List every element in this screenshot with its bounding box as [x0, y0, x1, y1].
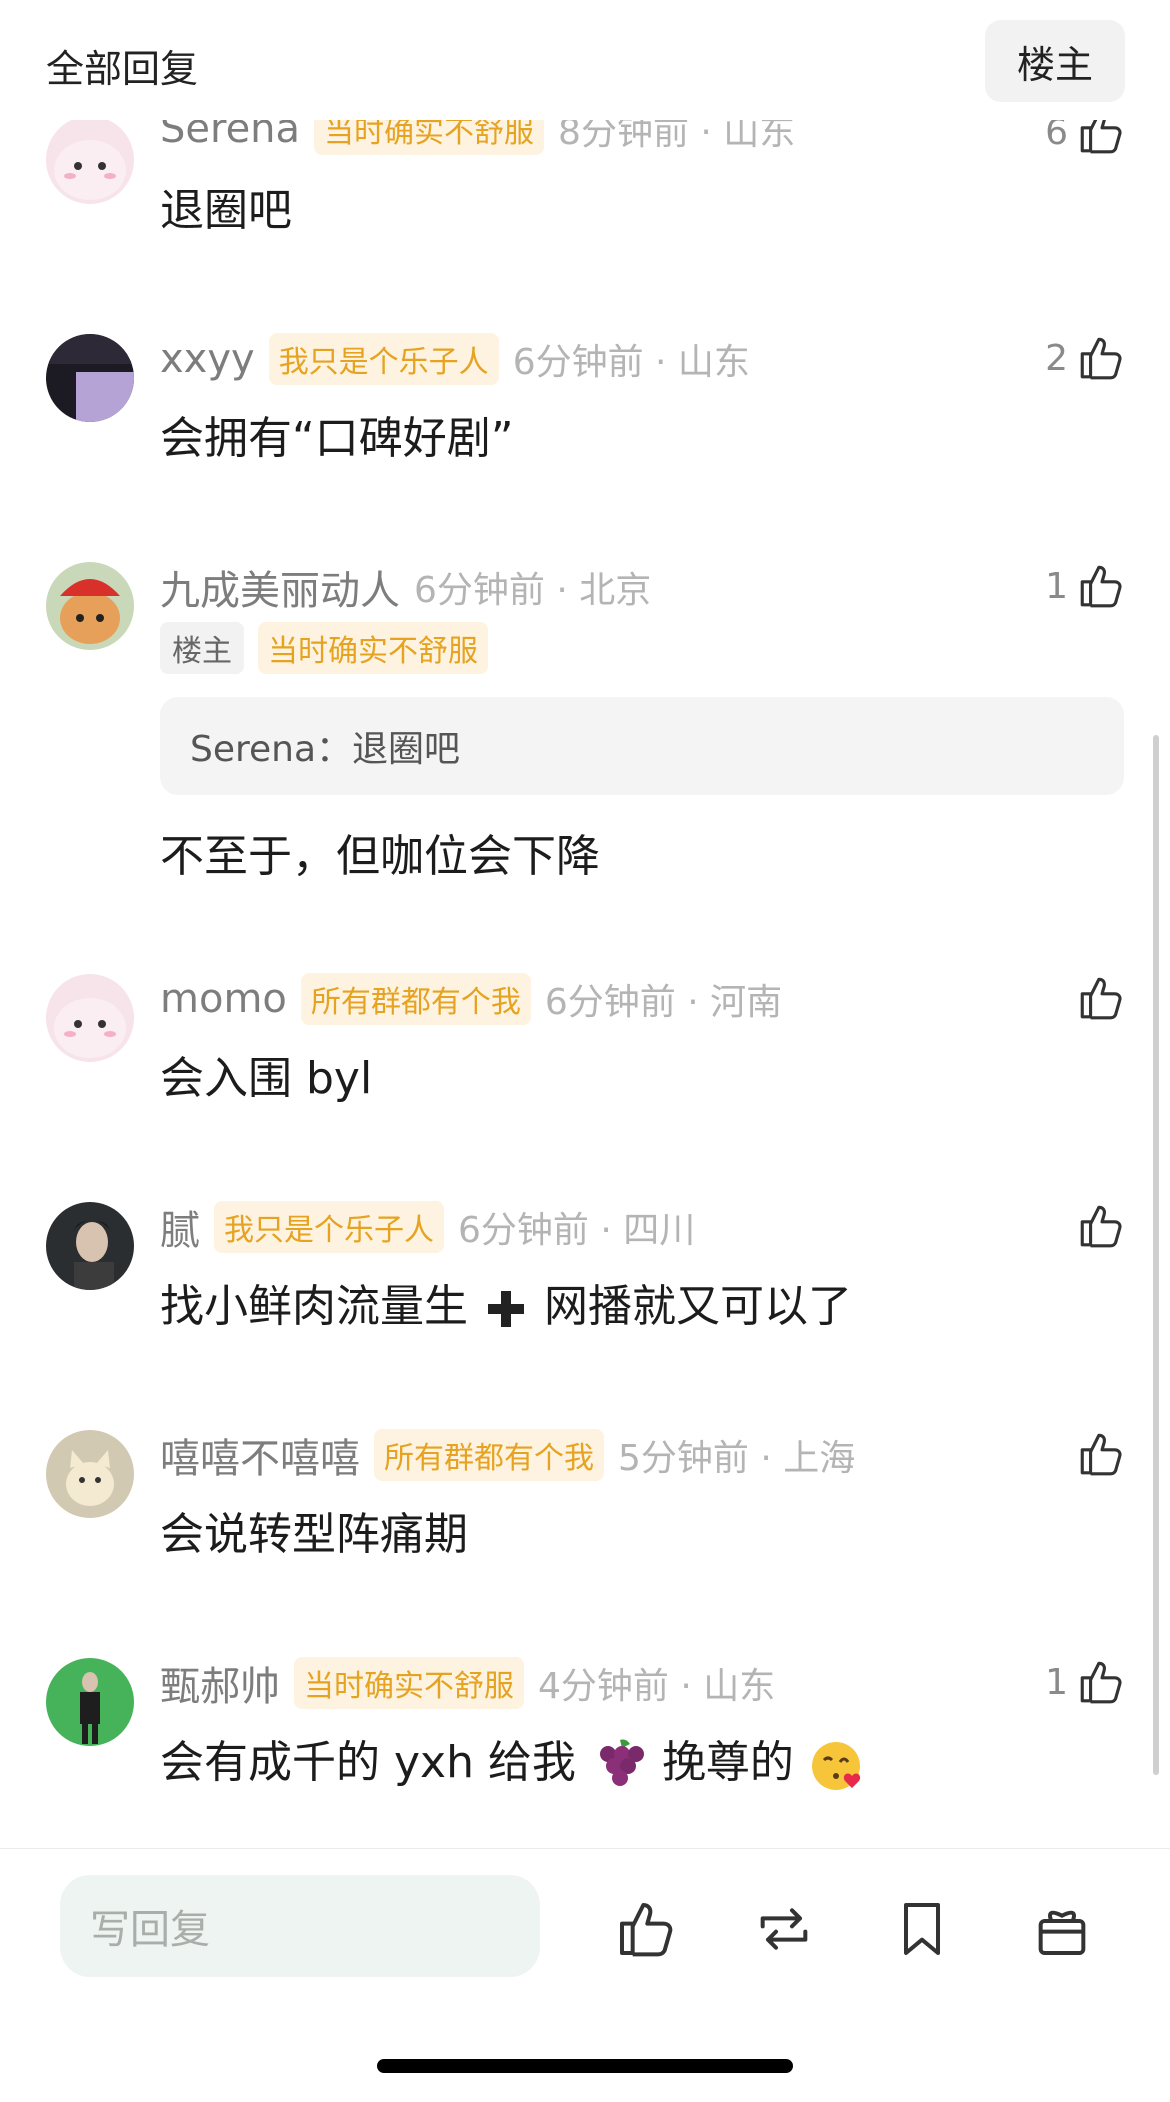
comment-text-part: 挽尊的	[661, 1737, 794, 1788]
thumbs-up-icon[interactable]	[1076, 1657, 1126, 1707]
user-tag: 所有群都有个我	[300, 973, 531, 1025]
like-control[interactable]: 6	[1045, 120, 1126, 160]
like-control[interactable]: 1	[1045, 1654, 1126, 1710]
thumbs-up-icon[interactable]	[1076, 1429, 1126, 1479]
cartoon-character-avatar-icon	[46, 562, 134, 650]
username[interactable]: Serena	[160, 120, 300, 152]
avatar[interactable]	[46, 974, 134, 1062]
quote-author: Serena：	[190, 729, 353, 770]
gift-button[interactable]	[1030, 1897, 1094, 1961]
header: 全部回复 楼主	[0, 0, 1170, 120]
comment-text-part: 会有成千的 yxh 给我	[160, 1737, 576, 1788]
comment-text-part: 找小鲜肉流量生	[160, 1281, 468, 1332]
repost-icon[interactable]	[752, 1897, 816, 1961]
avatar[interactable]	[46, 1430, 134, 1518]
pink-creature-avatar-icon	[46, 974, 134, 1062]
comment-text: 会入围 byl	[160, 1053, 373, 1104]
thumbs-up-icon[interactable]	[1076, 973, 1126, 1023]
scrollbar[interactable]	[1153, 735, 1159, 1775]
thumbs-up-icon[interactable]	[1076, 1201, 1126, 1251]
badge-row: 楼主 当时确实不舒服	[160, 622, 502, 674]
like-count: 6	[1045, 120, 1068, 153]
timestamp-location: 5分钟前 · 上海	[618, 1438, 856, 1479]
comment-meta: Serena 当时确实不舒服 8分钟前 · 山东	[160, 120, 796, 155]
heavy-plus-emoji-icon	[488, 1291, 524, 1327]
op-badge: 楼主	[160, 622, 244, 674]
comment-meta: momo 所有群都有个我 6分钟前 · 河南	[160, 973, 783, 1025]
username[interactable]: momo	[160, 976, 287, 1022]
like-count: 2	[1045, 337, 1068, 379]
username[interactable]: xxyy	[160, 336, 255, 382]
timestamp-location: 4分钟前 · 山东	[538, 1666, 776, 1707]
username[interactable]: 嘻嘻不嘻嘻	[160, 1426, 360, 1484]
username[interactable]: 甄郝帅	[160, 1654, 280, 1712]
like-count: 1	[1045, 565, 1068, 607]
page-title: 全部回复	[46, 47, 199, 91]
comment-text: 会拥有“口碑好剧”	[160, 413, 514, 464]
comment-text-part: 网播就又可以了	[544, 1281, 852, 1332]
thumbs-up-icon[interactable]	[1076, 120, 1126, 157]
timestamp-location: 6分钟前 · 四川	[458, 1210, 696, 1251]
thumbs-up-icon[interactable]	[1076, 561, 1126, 611]
like-control[interactable]: 2	[1045, 330, 1126, 386]
username[interactable]: 九成美丽动人	[160, 558, 400, 616]
comment-meta: 腻 我只是个乐子人 6分钟前 · 四川	[160, 1201, 696, 1254]
home-indicator[interactable]	[377, 2059, 793, 2073]
user-tag: 我只是个乐子人	[268, 333, 499, 385]
kissing-heart-emoji-icon	[811, 1742, 861, 1790]
username[interactable]: 腻	[160, 1198, 200, 1256]
user-tag: 当时确实不舒服	[314, 120, 545, 155]
user-tag: 当时确实不舒服	[258, 622, 488, 674]
like-button[interactable]	[614, 1897, 678, 1961]
photo-avatar-icon	[46, 334, 134, 422]
thumbs-up-icon[interactable]	[614, 1897, 678, 1961]
reply-placeholder: 写回复	[90, 1907, 210, 1953]
repost-button[interactable]	[752, 1897, 816, 1961]
gift-icon[interactable]	[1030, 1897, 1094, 1961]
person-on-green-avatar-icon	[46, 1658, 134, 1746]
like-control[interactable]: 1	[1045, 558, 1126, 614]
avatar[interactable]	[46, 334, 134, 422]
comment-text: 找小鲜肉流量生 网播就又可以了	[160, 1270, 852, 1334]
pink-creature-avatar-icon	[46, 120, 134, 204]
comment-meta: 嘻嘻不嘻嘻 所有群都有个我 5分钟前 · 上海	[160, 1429, 856, 1482]
user-tag: 我只是个乐子人	[214, 1201, 444, 1253]
comment-text: 会有成千的 yxh 给我 挽尊的	[160, 1726, 866, 1794]
avatar[interactable]	[46, 1658, 134, 1746]
quote-text: 退圈吧	[352, 729, 461, 770]
bottom-action-bar: 写回复	[0, 1848, 1170, 2102]
timestamp-location: 6分钟前 · 山东	[512, 342, 750, 383]
grapes-emoji-icon	[599, 1739, 644, 1786]
avatar[interactable]	[46, 562, 134, 650]
cat-avatar-icon	[46, 1430, 134, 1518]
bookmark-icon[interactable]	[890, 1897, 954, 1961]
like-control[interactable]	[1068, 1426, 1126, 1482]
like-count: 1	[1045, 1661, 1068, 1703]
bookmark-button[interactable]	[890, 1897, 954, 1961]
avatar[interactable]	[46, 1202, 134, 1290]
timestamp-location: 6分钟前 · 北京	[414, 570, 652, 611]
timestamp-location: 6分钟前 · 河南	[544, 982, 783, 1023]
like-control[interactable]	[1068, 970, 1126, 1026]
comment-meta: 九成美丽动人 6分钟前 · 北京	[160, 562, 652, 614]
avatar[interactable]	[46, 120, 134, 204]
comment-meta: 甄郝帅 当时确实不舒服 4分钟前 · 山东	[160, 1657, 776, 1710]
comment-text: 会说转型阵痛期	[160, 1509, 468, 1560]
quoted-reply[interactable]: Serena： 退圈吧	[160, 697, 1124, 795]
reply-input[interactable]: 写回复	[60, 1875, 540, 1977]
op-only-button[interactable]: 楼主	[985, 20, 1125, 102]
user-tag: 所有群都有个我	[374, 1429, 604, 1481]
timestamp-location: 8分钟前 · 山东	[558, 120, 796, 153]
comment-text: 退圈吧	[160, 185, 292, 236]
like-control[interactable]	[1068, 1198, 1126, 1254]
comment-text: 不至于，但咖位会下降	[160, 831, 600, 882]
user-tag: 当时确实不舒服	[294, 1657, 524, 1709]
portrait-avatar-icon	[46, 1202, 134, 1290]
comment-feed[interactable]: Serena 当时确实不舒服 8分钟前 · 山东 6 退圈吧 xxyy 我只是个…	[0, 120, 1170, 1848]
comment-meta: xxyy 我只是个乐子人 6分钟前 · 山东	[160, 333, 750, 385]
thumbs-up-icon[interactable]	[1076, 333, 1126, 383]
